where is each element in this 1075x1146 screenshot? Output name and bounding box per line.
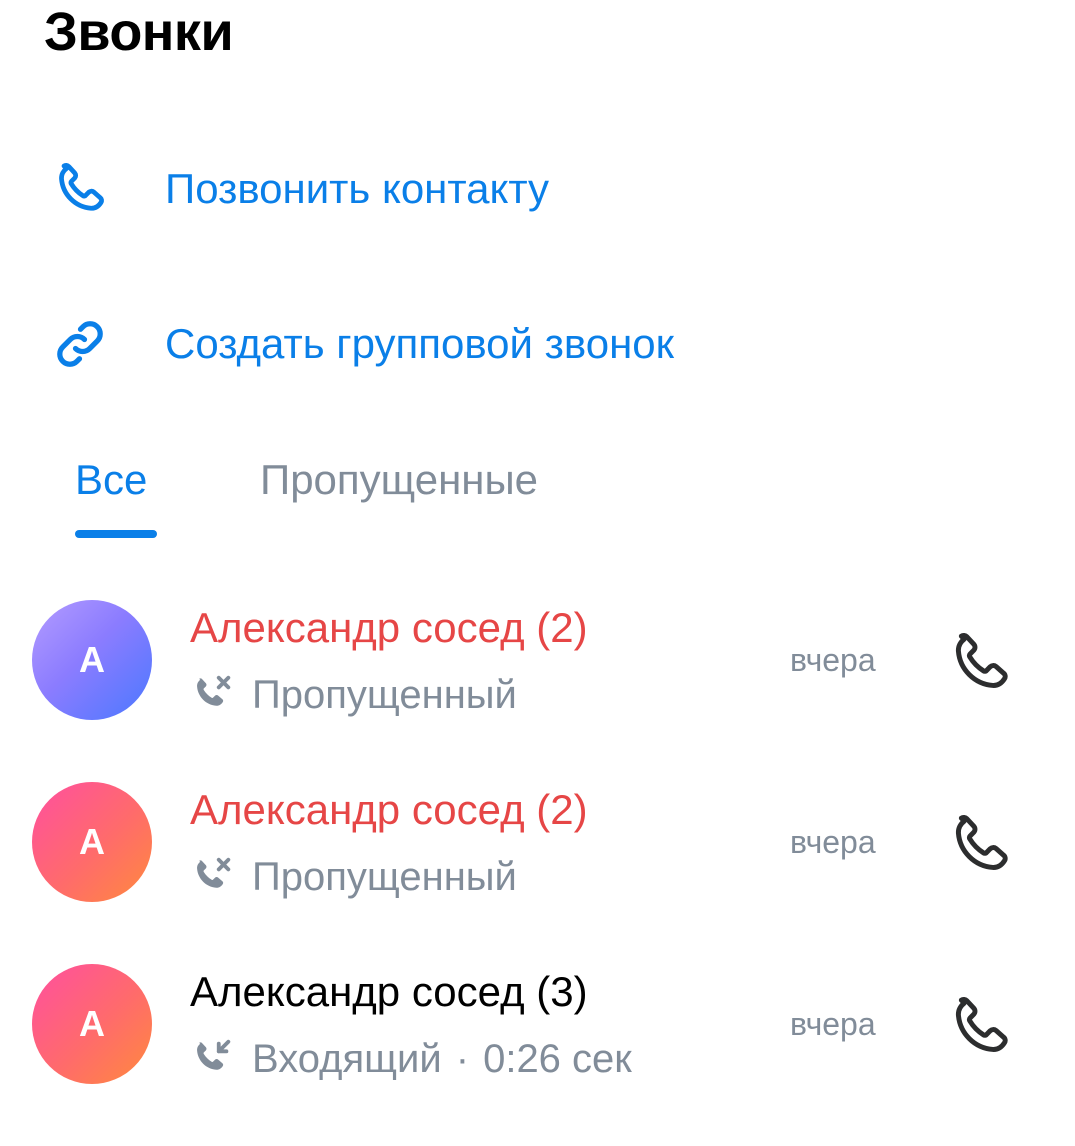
missed-call-icon xyxy=(197,857,231,888)
tab-all[interactable]: Все xyxy=(75,456,147,504)
call-time: вчера xyxy=(790,642,876,678)
call-status: Входящий · 0:26 сек xyxy=(190,1034,632,1084)
avatar: А xyxy=(32,964,152,1084)
call-status-label: Пропущенный xyxy=(252,854,517,899)
call-contact-button[interactable]: Позвонить контакту xyxy=(0,134,1075,244)
caller-name: Александр сосед (3) xyxy=(190,968,588,1015)
caller-name: Александр сосед (2) xyxy=(190,604,588,651)
avatar: А xyxy=(32,782,152,902)
call-back-icon[interactable] xyxy=(945,810,1015,880)
incoming-call-icon xyxy=(197,1039,231,1070)
avatar: А xyxy=(32,600,152,720)
link-icon xyxy=(57,321,103,367)
active-tab-indicator xyxy=(75,530,157,538)
call-status-label: Пропущенный xyxy=(252,672,517,717)
phone-icon xyxy=(59,163,104,211)
call-filter-tabs: Все Пропущенные xyxy=(0,440,1075,540)
create-group-call-label: Создать групповой звонок xyxy=(165,320,675,367)
call-status: Пропущенный xyxy=(190,852,517,902)
call-status: Пропущенный xyxy=(190,670,517,720)
create-group-call-button[interactable]: Создать групповой звонок xyxy=(0,289,1075,399)
call-back-icon[interactable] xyxy=(945,628,1015,698)
call-list-item[interactable]: А Александр сосед (2) Пропущенный вчера xyxy=(0,600,1075,782)
call-time: вчера xyxy=(790,1006,876,1042)
missed-call-icon xyxy=(197,675,231,706)
call-duration: 0:26 сек xyxy=(483,1036,632,1081)
call-list-item[interactable]: А Александр сосед (2) Пропущенный вчера xyxy=(0,782,1075,964)
tab-missed[interactable]: Пропущенные xyxy=(260,456,538,504)
page-title: Звонки xyxy=(44,2,234,62)
caller-name: Александр сосед (2) xyxy=(190,786,588,833)
call-status-label: Входящий xyxy=(252,1036,442,1081)
separator-dot: · xyxy=(455,1036,470,1081)
call-contact-label: Позвонить контакту xyxy=(165,165,550,212)
call-back-icon[interactable] xyxy=(945,992,1015,1062)
call-time: вчера xyxy=(790,824,876,860)
